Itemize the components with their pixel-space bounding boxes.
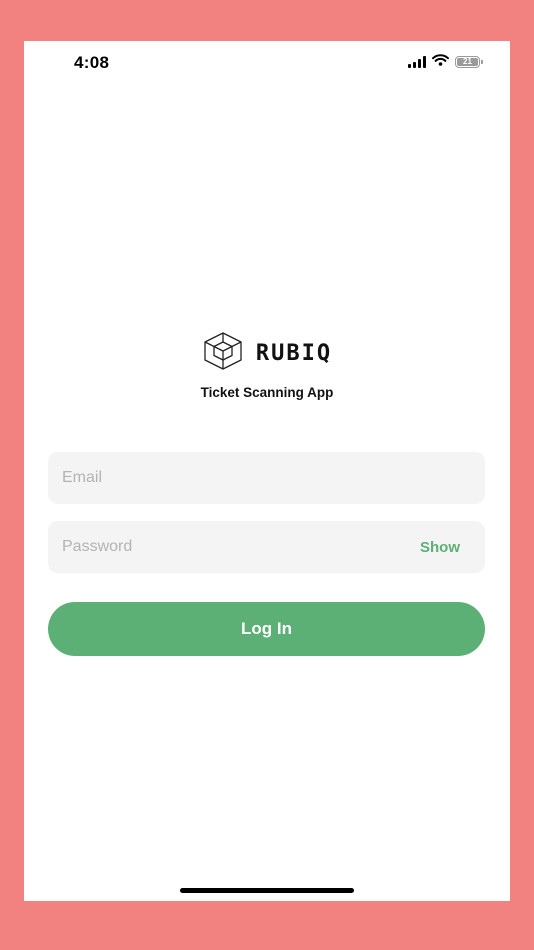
signal-icon: [408, 56, 426, 68]
password-field[interactable]: Show: [48, 521, 485, 573]
brand-logo: RUBIQ: [24, 331, 510, 376]
email-input[interactable]: [62, 469, 471, 487]
password-input[interactable]: [62, 538, 420, 556]
phone-screen: 4:08 21 RUBIQ Ticket Scanning App Email …: [24, 41, 510, 901]
wifi-icon: [432, 53, 449, 71]
battery-icon: 21: [455, 56, 483, 68]
battery-level: 21: [457, 58, 478, 66]
status-time: 4:08: [74, 53, 110, 72]
status-bar: 4:08 21: [24, 41, 510, 85]
cube-icon: [202, 331, 244, 376]
status-icons: 21: [408, 53, 483, 71]
app-subtitle: Ticket Scanning App: [200, 385, 334, 400]
email-field[interactable]: [48, 452, 485, 504]
show-password-toggle[interactable]: Show: [420, 539, 460, 556]
home-indicator[interactable]: [180, 888, 354, 893]
brand-name: RUBIQ: [255, 341, 333, 366]
login-button[interactable]: Log In: [48, 602, 485, 656]
